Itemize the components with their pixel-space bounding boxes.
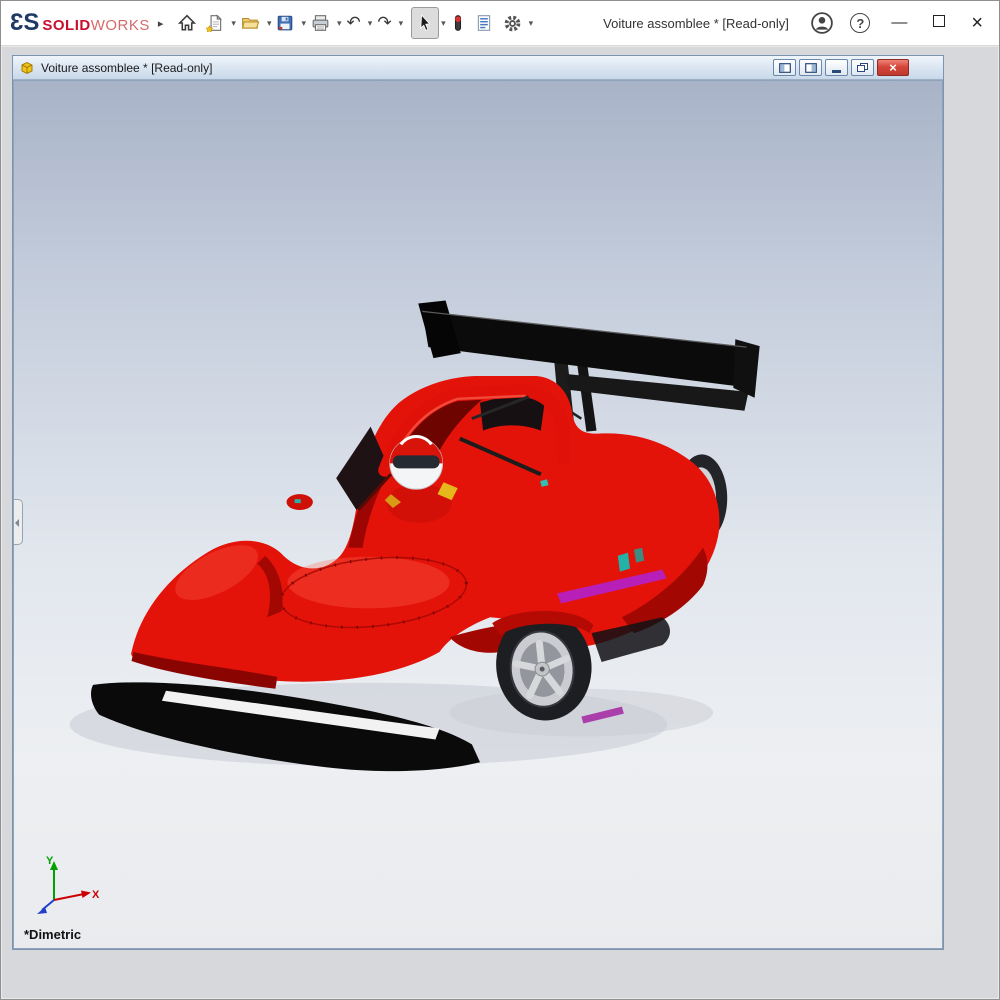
print-button[interactable] [306,7,335,39]
document-properties-button[interactable] [470,7,498,39]
appearance-tool-icon [451,14,465,32]
tile-right-icon [805,63,817,73]
save-button[interactable] [271,7,299,39]
undo-button[interactable]: ↶ [342,7,366,39]
doc-minimize-button[interactable] [825,59,848,76]
triad-x-label: X [92,889,100,901]
doc-restore-icon [857,63,868,72]
tile-right-button[interactable] [799,59,822,76]
triad-y-label: Y [46,855,54,867]
home-icon [178,14,196,32]
app-window: 3S SOLIDWORKS ▸ ▾ ▾ [0,0,1000,1000]
doc-minimize-icon [832,70,841,73]
feature-manager-collapsed-tab[interactable] [13,499,23,545]
redo-button[interactable]: ↷ [372,7,396,39]
view-orientation-label: *Dimetric [24,927,81,942]
open-folder-icon [241,14,260,32]
appearance-tool-button[interactable] [446,7,470,39]
select-cursor-icon [416,14,434,32]
new-document-button[interactable] [201,7,229,39]
gear-icon [503,14,522,33]
save-icon [276,14,294,32]
document-title: Voiture assomblee * [Read-only] [41,61,767,75]
redo-icon: ↷ [377,13,391,33]
select-tool-button[interactable] [411,7,439,39]
brand-solid: SOLID [42,17,90,34]
redo-dropdown-icon[interactable]: ▾ [399,18,404,29]
viewport-3d[interactable] [14,81,942,948]
help-icon: ? [850,13,870,33]
workspace: Voiture assomblee * [Read-only] × [2,47,998,998]
doc-close-button[interactable]: × [877,59,909,76]
document-window: Voiture assomblee * [Read-only] × [12,55,944,950]
home-button[interactable] [173,7,201,39]
tile-left-button[interactable] [773,59,796,76]
account-button[interactable] [809,10,835,36]
document-window-controls: × [773,59,937,76]
person-icon [810,11,834,35]
select-dropdown-icon[interactable]: ▾ [441,18,446,29]
undo-icon: ↶ [347,13,361,33]
solidworks-logo: 3S SOLIDWORKS [9,9,156,37]
maximize-button[interactable] [933,15,945,31]
minimize-button[interactable]: — [891,15,907,31]
options-dropdown-icon[interactable]: ▾ [529,18,534,29]
doc-restore-button[interactable] [851,59,874,76]
new-document-icon [206,14,224,32]
main-toolbar: 3S SOLIDWORKS ▸ ▾ ▾ [1,1,999,46]
print-icon [311,14,330,32]
toolbar-document-title: Voiture assomblee * [Read-only] [603,16,789,31]
maximize-icon [933,15,945,27]
options-button[interactable] [498,7,527,39]
brand-works: WORKS [91,17,150,34]
document-titlebar[interactable]: Voiture assomblee * [Read-only] × [13,56,943,80]
assembly-icon [19,60,35,76]
help-button[interactable]: ? [847,10,873,36]
open-button[interactable] [236,7,265,39]
3ds-logo-icon: 3S [11,9,38,37]
menu-flyout-arrow-icon[interactable]: ▸ [158,17,164,30]
coordinate-triad[interactable]: Y X [32,854,104,916]
tile-left-icon [779,63,791,73]
print-dropdown-icon[interactable]: ▾ [337,18,342,29]
document-lines-icon [475,14,493,32]
close-button[interactable]: × [971,13,983,33]
window-controls: — × [891,13,991,33]
graphics-viewport[interactable]: Y X *Dimetric [13,80,943,949]
